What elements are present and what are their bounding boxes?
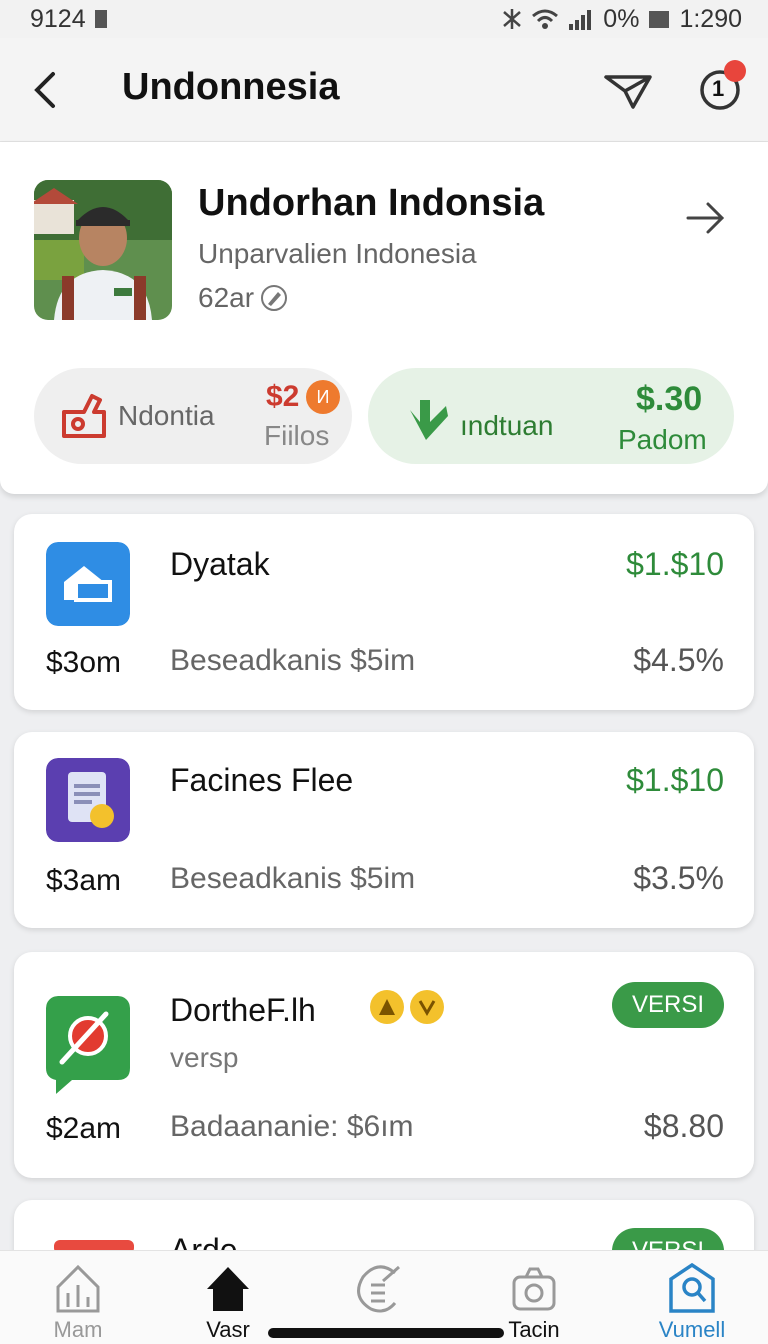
item-name: Dyatak — [170, 546, 270, 582]
item-amount: $3om — [46, 646, 122, 679]
item-detail: Badaananie: $6ım — [170, 1110, 414, 1143]
battery-icon — [647, 8, 671, 30]
chart-icon — [56, 1264, 100, 1313]
home-indicator[interactable] — [268, 1328, 504, 1338]
item-detail: Beseadkanis $5im — [170, 644, 416, 677]
map-pin-icon — [46, 996, 130, 1094]
profile-subtitle: Unparvalien Indonesia — [198, 238, 477, 269]
item-amount: $3am — [46, 864, 122, 897]
item-percent: $8.80 — [643, 1108, 724, 1144]
notification-count: 1 — [712, 76, 725, 101]
nav-item-vumell[interactable]: Vumell — [632, 1263, 752, 1344]
stat-label: Ndontia — [118, 400, 215, 431]
stat-label: ındtuan — [460, 410, 554, 441]
item-name: Facines Flee — [170, 762, 354, 798]
profile-meta-text: 62ar — [198, 282, 255, 313]
app-bar: Undonnesia 1 — [0, 38, 768, 142]
bluetooth-icon — [501, 7, 523, 31]
nav-label: Mam — [53, 1317, 103, 1342]
warning-badge-icon — [370, 990, 404, 1024]
account-icon — [669, 1263, 715, 1313]
profile-meta: 62ar — [198, 282, 288, 314]
item-percent: $3.5% — [633, 860, 724, 896]
nav-label: Vasr — [206, 1317, 250, 1342]
list-item[interactable]: Facines Flee $1.$10 $3am Beseadkanis $5i… — [14, 732, 754, 928]
home-icon — [207, 1267, 249, 1311]
document-icon — [46, 758, 130, 842]
stat-amount: $.30 — [636, 380, 703, 418]
item-amount: $2am — [46, 1112, 122, 1145]
profile-open-button[interactable] — [684, 196, 728, 240]
edit-icon[interactable] — [260, 284, 288, 312]
stat-sub: Fiilos — [264, 420, 330, 451]
stat-amount: $2 — [266, 380, 300, 413]
arrow-right-icon — [686, 202, 725, 234]
sim-icon — [94, 9, 108, 29]
item-sub: versp — [170, 1042, 239, 1073]
item-detail: Beseadkanis $5im — [170, 862, 416, 895]
notification-dot — [724, 60, 746, 82]
profile-card: Undorhan Indonsia Unparvalien Indonesia … — [0, 142, 768, 494]
page-title: Undonnesia — [122, 66, 340, 108]
item-price: $1.$10 — [626, 546, 724, 582]
battery-percent: 0% — [603, 4, 640, 33]
signal-icon — [567, 8, 595, 30]
camera-bag-icon — [62, 394, 106, 438]
growth-icon — [410, 400, 448, 440]
status-text: 9124 — [30, 4, 86, 33]
avatar[interactable] — [34, 180, 172, 320]
nav-label: Vumell — [658, 1317, 726, 1342]
home-card-icon — [46, 542, 130, 626]
stat-badge: И — [306, 380, 340, 414]
back-button[interactable] — [26, 68, 62, 112]
item-percent: $4.5% — [633, 642, 724, 678]
stat-pill-secondary[interactable]: ındtuan $.30 Padom — [368, 368, 734, 464]
status-bar: 9124 0% 1:290 — [0, 0, 768, 38]
check-badge-icon — [410, 990, 444, 1024]
camera-icon — [512, 1267, 556, 1311]
nav-label: Tacin — [508, 1317, 560, 1342]
list-icon — [357, 1265, 400, 1313]
nav-item-mam[interactable]: Mam — [18, 1263, 138, 1344]
version-chip[interactable]: VERSI — [611, 982, 724, 1028]
send-button[interactable] — [600, 66, 656, 116]
item-name: DortheF.lh — [170, 992, 316, 1028]
item-price: $1.$10 — [626, 762, 724, 798]
list-item[interactable]: Dyatak $1.$10 $3om Beseadkanis $5im $4.5… — [14, 514, 754, 710]
list-item[interactable]: DortheF.lh versp VERSI $2am Badaananie: … — [14, 952, 754, 1178]
chevron-left-icon — [34, 72, 55, 108]
send-icon — [604, 75, 652, 109]
notifications-button[interactable]: 1 — [692, 60, 748, 118]
clock: 1:290 — [679, 4, 742, 33]
stat-sub: Padom — [618, 424, 707, 455]
wifi-icon — [531, 8, 559, 30]
profile-name: Undorhan Indonsia — [198, 182, 545, 224]
stat-pill-primary[interactable]: Ndontia $2 И Fiilos — [34, 368, 352, 464]
